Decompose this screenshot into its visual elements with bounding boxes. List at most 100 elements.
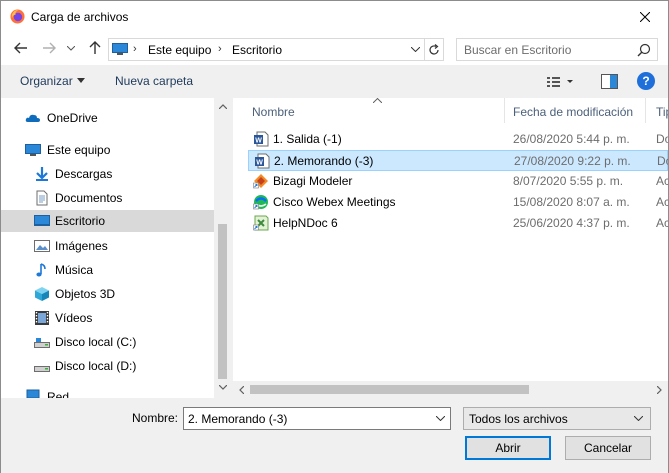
sidebar-item-disco-d[interactable]: Disco local (D:) xyxy=(1,355,214,377)
scroll-right-button[interactable] xyxy=(651,381,668,398)
file-name: 2. Memorando (-3) xyxy=(274,154,374,168)
sidebar-item-label: Vídeos xyxy=(55,311,93,325)
desktop-icon xyxy=(34,215,50,226)
firefox-icon xyxy=(10,9,25,24)
dialog-footer: Nombre: 2. Memorando (-3) Todos los arch… xyxy=(1,398,668,473)
close-button[interactable] xyxy=(622,1,668,32)
sidebar-item-videos[interactable]: Vídeos xyxy=(1,307,214,329)
helpndoc-shortcut-icon xyxy=(253,215,269,231)
file-name: HelpNDoc 6 xyxy=(273,216,338,230)
file-name-history-dropdown[interactable] xyxy=(432,409,449,428)
column-header-name[interactable]: Nombre xyxy=(233,98,504,123)
file-row-salida[interactable]: W 1. Salida (-1) 26/08/2020 5:44 p. m. D… xyxy=(248,129,668,150)
column-header-date[interactable]: Fecha de modificación xyxy=(505,98,645,123)
scrollbar-thumb[interactable] xyxy=(250,385,529,394)
scroll-down-button[interactable] xyxy=(214,379,231,396)
sidebar-item-label: Disco local (C:) xyxy=(55,335,137,349)
sort-ascending-icon xyxy=(373,98,382,103)
drive-icon xyxy=(34,366,50,372)
view-options-icon[interactable] xyxy=(546,74,578,90)
drive-icon xyxy=(34,338,50,348)
caret-down-icon[interactable] xyxy=(77,78,85,83)
address-bar[interactable]: › Este equipo › Escritorio xyxy=(108,38,444,61)
computer-icon xyxy=(112,43,128,55)
file-name-value: 2. Memorando (-3) xyxy=(188,412,288,426)
column-header-type[interactable]: Tip xyxy=(646,98,668,123)
chevron-down-icon xyxy=(634,416,643,421)
cancel-button[interactable]: Cancelar xyxy=(565,436,651,460)
sidebar-item-descargas[interactable]: Descargas xyxy=(1,163,214,185)
file-date: 27/08/2020 9:22 p. m. xyxy=(514,154,631,168)
sidebar-item-musica[interactable]: Música xyxy=(1,259,214,281)
file-row-memorando[interactable]: W 2. Memorando (-3) 27/08/2020 9:22 p. m… xyxy=(248,150,668,171)
sidebar-item-red[interactable]: Red xyxy=(1,386,214,398)
breadcrumb-este-equipo[interactable]: Este equipo xyxy=(148,43,211,57)
network-icon xyxy=(26,389,40,398)
refresh-button[interactable] xyxy=(424,39,443,60)
back-button[interactable] xyxy=(11,38,31,58)
file-list-horizontal-scrollbar[interactable] xyxy=(233,381,668,398)
webex-shortcut-icon xyxy=(253,195,268,210)
file-name: Cisco Webex Meetings xyxy=(273,195,396,209)
arrow-left-icon xyxy=(14,42,27,54)
file-row-webex[interactable]: Cisco Webex Meetings 15/08/2020 8:07 a. … xyxy=(248,192,668,213)
search-box[interactable]: Buscar en Escritorio xyxy=(456,38,658,61)
file-type-dropdown[interactable] xyxy=(630,410,647,427)
file-type: Do xyxy=(657,154,668,168)
scroll-up-button[interactable] xyxy=(214,98,231,115)
chevron-down-icon xyxy=(218,385,227,390)
search-placeholder: Buscar en Escritorio xyxy=(464,43,572,57)
address-history-dropdown[interactable] xyxy=(406,39,424,60)
sidebar-item-documentos[interactable]: Documentos xyxy=(1,187,214,209)
open-button[interactable]: Abrir xyxy=(465,436,551,460)
music-icon xyxy=(36,263,46,277)
sidebar-item-imagenes[interactable]: Imágenes xyxy=(1,235,214,257)
recent-locations-button[interactable] xyxy=(64,38,78,58)
chevron-right-icon xyxy=(657,385,662,394)
close-icon xyxy=(640,11,650,22)
title-bar: Carga de archivos xyxy=(1,1,668,32)
file-row-bizagi[interactable]: Bizagi Modeler 8/07/2020 5:55 p. m. Ac xyxy=(248,171,668,192)
chevron-down-icon xyxy=(436,416,445,421)
document-icon xyxy=(36,190,48,206)
sidebar-item-escritorio[interactable]: Escritorio xyxy=(1,210,214,232)
up-button[interactable] xyxy=(85,38,105,58)
preview-pane-icon[interactable] xyxy=(601,74,618,89)
scrollbar-thumb[interactable] xyxy=(218,224,227,379)
organize-button[interactable]: Organizar xyxy=(20,74,73,88)
sidebar-item-label: Escritorio xyxy=(55,214,106,228)
file-list: Nombre Fecha de modificación Tip W 1. Sa… xyxy=(233,98,668,398)
scroll-left-button[interactable] xyxy=(233,381,250,398)
file-name-input[interactable]: 2. Memorando (-3) xyxy=(183,407,451,430)
sidebar-item-label: Imágenes xyxy=(55,239,108,253)
new-folder-button[interactable]: Nueva carpeta xyxy=(115,74,193,88)
cloud-icon xyxy=(25,114,40,122)
breadcrumb-escritorio[interactable]: Escritorio xyxy=(232,43,282,57)
sidebar-item-label: Disco local (D:) xyxy=(55,359,137,373)
help-button[interactable]: ? xyxy=(637,72,655,90)
arrow-up-icon xyxy=(89,41,101,54)
sidebar-item-label: Descargas xyxy=(55,167,113,181)
sidebar-item-label: Objetos 3D xyxy=(55,287,116,301)
file-type-select[interactable]: Todos los archivos xyxy=(463,407,651,430)
sidebar-item-onedrive[interactable]: OneDrive xyxy=(1,107,214,129)
sidebar-item-label: Este equipo xyxy=(47,143,111,157)
sidebar-item-objetos-3d[interactable]: Objetos 3D xyxy=(1,283,214,305)
download-icon xyxy=(36,167,48,181)
file-open-dialog: Carga de archivos › Este equipo › Escrit… xyxy=(0,0,669,473)
chevron-down-icon xyxy=(410,47,420,52)
file-type: Do xyxy=(656,132,668,146)
sidebar-item-label: Red xyxy=(47,390,70,398)
sidebar-item-disco-c[interactable]: Disco local (C:) xyxy=(1,331,214,353)
sidebar-item-label: OneDrive xyxy=(47,111,98,125)
chevron-down-icon xyxy=(67,45,75,51)
navigation-bar: › Este equipo › Escritorio Buscar en Esc… xyxy=(1,32,668,65)
sidebar-item-este-equipo[interactable]: Este equipo xyxy=(1,139,214,161)
file-date: 26/08/2020 5:44 p. m. xyxy=(513,132,630,146)
file-row-helpndoc[interactable]: HelpNDoc 6 25/06/2020 4:37 p. m. Ac xyxy=(248,213,668,234)
forward-button[interactable] xyxy=(39,38,59,58)
chevron-left-icon xyxy=(239,385,244,394)
sidebar-vertical-scrollbar[interactable] xyxy=(214,98,231,398)
word-doc-icon: W xyxy=(254,131,269,147)
chevron-up-icon xyxy=(218,104,227,109)
